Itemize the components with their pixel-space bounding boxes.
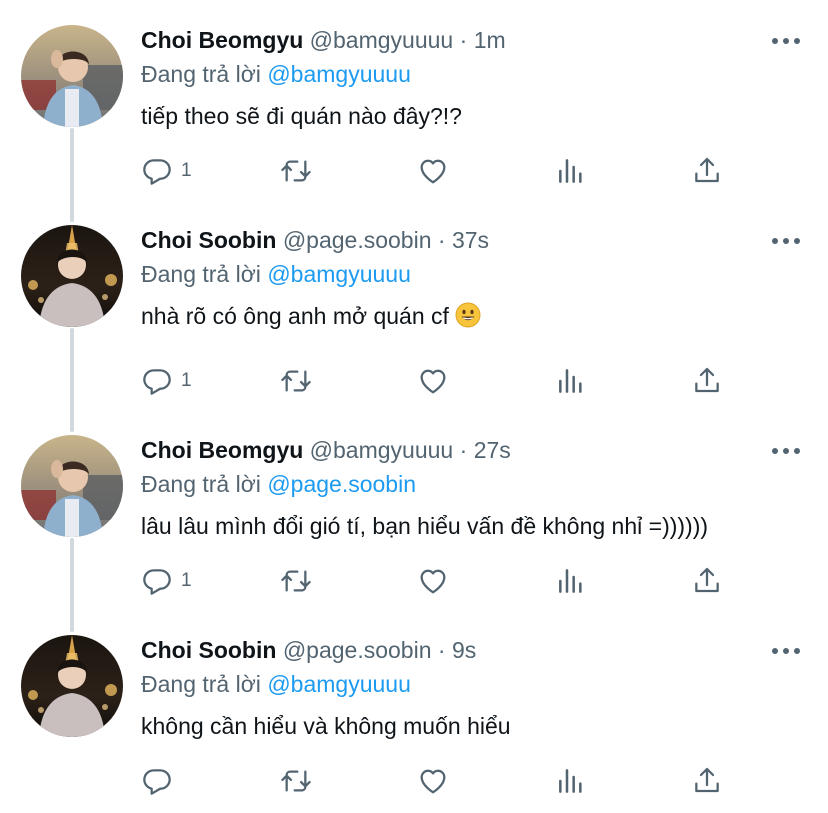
mention-link[interactable]: @bamgyuuuu xyxy=(267,61,411,87)
tweet-actions: 1 xyxy=(141,363,741,399)
like-button[interactable] xyxy=(417,763,449,799)
like-icon xyxy=(420,769,446,794)
views-icon xyxy=(559,369,582,393)
tweet[interactable]: Choi Soobin @page.soobin · 37s Đang trả … xyxy=(0,225,828,405)
tweet-text: không cần hiểu và không muốn hiểu xyxy=(141,713,511,739)
views-icon xyxy=(559,769,582,793)
replying-to: Đang trả lời @bamgyuuuu xyxy=(141,669,411,699)
grinning-face-emoji xyxy=(455,302,481,328)
retweet-icon xyxy=(281,160,311,182)
retweet-button[interactable] xyxy=(279,763,313,799)
views-button[interactable] xyxy=(555,153,587,189)
tweet-header: Choi Beomgyu @bamgyuuuu · 27s xyxy=(141,435,511,465)
like-button[interactable] xyxy=(417,563,449,599)
like-button[interactable] xyxy=(417,363,449,399)
timestamp[interactable]: 9s xyxy=(452,637,476,663)
more-icon[interactable] xyxy=(771,647,801,655)
retweet-icon xyxy=(281,570,311,592)
reply-icon xyxy=(143,369,171,395)
more-icon[interactable] xyxy=(771,447,801,455)
tweet-text: lâu lâu mình đổi gió tí, bạn hiểu vấn đề… xyxy=(141,513,709,539)
tweet-header: Choi Beomgyu @bamgyuuuu · 1m xyxy=(141,25,506,55)
views-button[interactable] xyxy=(555,363,587,399)
avatar-soobin[interactable] xyxy=(21,635,123,737)
tweet[interactable]: Choi Beomgyu @bamgyuuuu · 27s Đang trả l… xyxy=(0,435,828,605)
views-icon xyxy=(559,569,582,593)
share-button[interactable] xyxy=(691,763,723,799)
separator-dot: · xyxy=(459,27,468,53)
share-button[interactable] xyxy=(691,153,723,189)
views-button[interactable] xyxy=(555,763,587,799)
retweet-icon xyxy=(281,770,311,792)
reply-count: 1 xyxy=(181,160,192,181)
mention-link[interactable]: @bamgyuuuu xyxy=(267,671,411,697)
user-handle[interactable]: @page.soobin xyxy=(283,227,432,253)
replying-to-label: Đang trả lời xyxy=(141,471,261,497)
tweet-text: tiếp theo sẽ đi quán nào đây?!? xyxy=(141,103,462,129)
share-icon xyxy=(695,567,719,593)
like-button[interactable] xyxy=(417,153,449,189)
more-icon[interactable] xyxy=(771,37,801,45)
user-handle[interactable]: @bamgyuuuu xyxy=(310,437,454,463)
share-icon xyxy=(695,157,719,183)
mention-link[interactable]: @page.soobin xyxy=(267,471,416,497)
tweet[interactable]: Choi Soobin @page.soobin · 9s Đang trả l… xyxy=(0,635,828,810)
share-button[interactable] xyxy=(691,563,723,599)
like-icon xyxy=(420,159,446,184)
display-name[interactable]: Choi Beomgyu xyxy=(141,27,303,53)
reply-icon xyxy=(143,769,171,795)
timestamp[interactable]: 37s xyxy=(452,227,489,253)
tweet-actions: 1 xyxy=(141,563,741,599)
replying-to-label: Đang trả lời xyxy=(141,261,261,287)
mention-link[interactable]: @bamgyuuuu xyxy=(267,261,411,287)
tweet-actions: 1 xyxy=(141,153,741,189)
tweet-text-container: nhà rõ có ông anh mở quán cf xyxy=(141,301,481,331)
avatar-soobin[interactable] xyxy=(21,225,123,327)
timestamp[interactable]: 1m xyxy=(474,27,506,53)
timestamp[interactable]: 27s xyxy=(474,437,511,463)
views-button[interactable] xyxy=(555,563,587,599)
share-icon xyxy=(695,367,719,393)
views-icon xyxy=(559,159,582,183)
retweet-button[interactable] xyxy=(279,563,313,599)
separator-dot: · xyxy=(437,637,446,663)
replying-to: Đang trả lời @bamgyuuuu xyxy=(141,59,411,89)
reply-count: 1 xyxy=(181,570,192,591)
replying-to-label: Đang trả lời xyxy=(141,61,261,87)
reply-icon xyxy=(143,569,171,595)
retweet-icon xyxy=(281,370,311,392)
retweet-button[interactable] xyxy=(279,153,313,189)
user-handle[interactable]: @bamgyuuuu xyxy=(310,27,454,53)
reply-count: 1 xyxy=(181,370,192,391)
reply-button[interactable]: 1 xyxy=(141,363,192,399)
like-icon xyxy=(420,569,446,594)
tweet-actions xyxy=(141,763,741,799)
more-icon[interactable] xyxy=(771,237,801,245)
share-icon xyxy=(695,767,719,793)
tweet[interactable]: Choi Beomgyu @bamgyuuuu · 1m Đang trả lờ… xyxy=(0,25,828,195)
tweet-header: Choi Soobin @page.soobin · 9s xyxy=(141,635,476,665)
display-name[interactable]: Choi Soobin xyxy=(141,637,276,663)
avatar-beomgyu[interactable] xyxy=(21,25,123,127)
reply-icon xyxy=(143,159,171,185)
reply-button[interactable]: 1 xyxy=(141,563,192,599)
retweet-button[interactable] xyxy=(279,363,313,399)
like-icon xyxy=(420,369,446,394)
separator-dot: · xyxy=(437,227,446,253)
tweet-text: nhà rõ có ông anh mở quán cf xyxy=(141,303,449,329)
replying-to-label: Đang trả lời xyxy=(141,671,261,697)
separator-dot: · xyxy=(459,437,468,463)
tweet-header: Choi Soobin @page.soobin · 37s xyxy=(141,225,489,255)
display-name[interactable]: Choi Soobin xyxy=(141,227,276,253)
avatar-beomgyu[interactable] xyxy=(21,435,123,537)
replying-to: Đang trả lời @bamgyuuuu xyxy=(141,259,411,289)
user-handle[interactable]: @page.soobin xyxy=(283,637,432,663)
replying-to: Đang trả lời @page.soobin xyxy=(141,469,416,499)
reply-button[interactable] xyxy=(141,763,181,799)
share-button[interactable] xyxy=(691,363,723,399)
display-name[interactable]: Choi Beomgyu xyxy=(141,437,303,463)
reply-button[interactable]: 1 xyxy=(141,153,192,189)
